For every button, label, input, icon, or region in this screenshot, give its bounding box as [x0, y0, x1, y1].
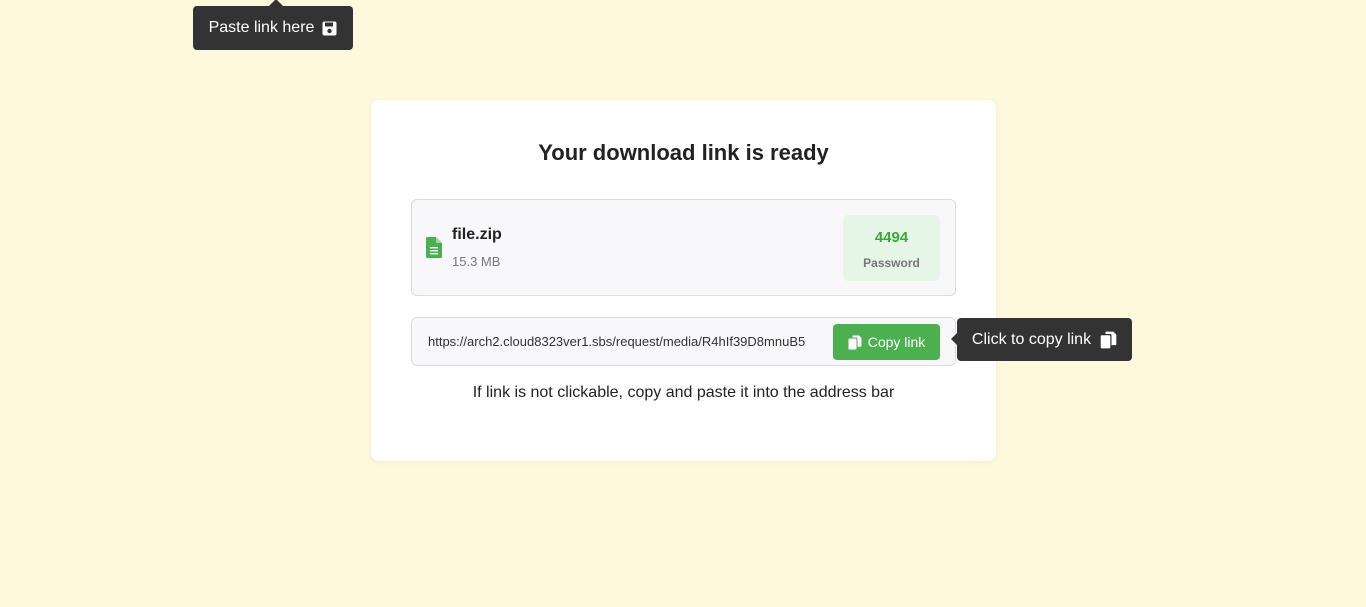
page: Paste link here Your download link is re…: [0, 0, 1366, 607]
download-link-box: Copy link: [411, 317, 956, 366]
file-size: 15.3 MB: [452, 254, 501, 269]
password-badge: 4494 Password: [843, 215, 940, 281]
password-label: Password: [863, 256, 920, 270]
file-name: file.zip: [452, 226, 502, 243]
copy-icon: [848, 335, 862, 350]
download-card: Your download link is ready file.zip 15.…: [371, 100, 996, 461]
copy-link-button[interactable]: Copy link: [833, 324, 940, 360]
page-title: Your download link is ready: [538, 140, 829, 165]
copy-link-label: Copy link: [867, 334, 926, 350]
save-icon: [322, 21, 337, 36]
copy-icon: [1100, 331, 1117, 349]
file-icon: [426, 237, 442, 258]
paste-link-tooltip: Paste link here: [193, 0, 353, 50]
copy-link-tooltip: Click to copy link: [951, 318, 1132, 361]
download-link-input[interactable]: [428, 318, 832, 365]
copy-link-tooltip-label: Click to copy link: [971, 330, 1092, 348]
paste-link-tooltip-label: Paste link here: [208, 19, 315, 36]
password-value: 4494: [874, 229, 909, 246]
hint-text: If link is not clickable, copy and paste…: [472, 384, 895, 401]
file-info-box: file.zip 15.3 MB 4494 Password: [411, 199, 956, 296]
